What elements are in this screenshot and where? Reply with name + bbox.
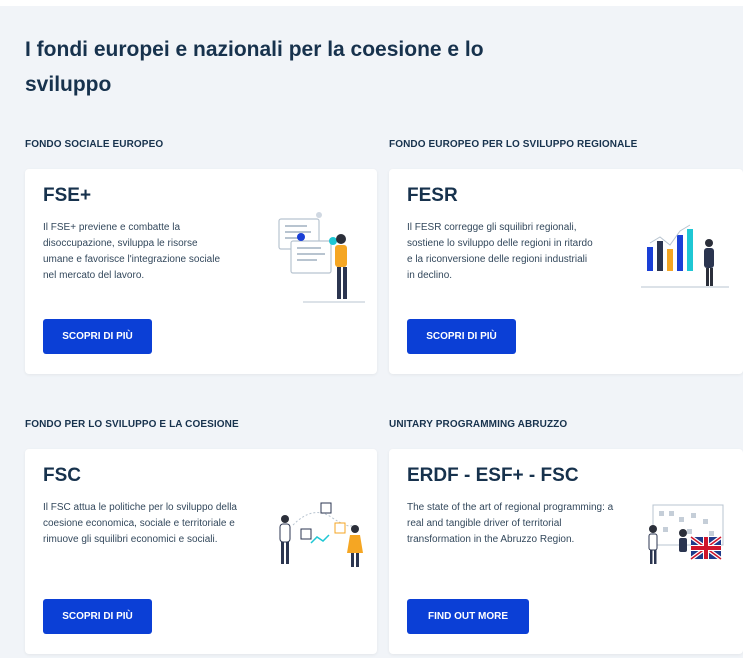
section-label-fse: FONDO SOCIALE EUROPEO: [25, 139, 164, 150]
card-description: Il FESR corregge gli squilibri regionali…: [407, 222, 593, 281]
uk-flag-board-icon: [648, 504, 724, 564]
discover-more-button-fesr[interactable]: SCOPRI DI PIÙ: [407, 319, 516, 354]
two-people-network-icon: [279, 502, 363, 567]
card-description: Il FSE+ previene e combatte la disoccupa…: [43, 222, 221, 281]
find-out-more-button[interactable]: FIND OUT MORE: [407, 599, 529, 634]
card-description: The state of the art of regional program…: [407, 502, 614, 545]
card-fsc: FSC Il FSC attua le politiche per lo svi…: [25, 449, 377, 654]
page: I fondi europei e nazionali per la coesi…: [0, 0, 743, 658]
section-label-fesr: FONDO EUROPEO PER LO SVILUPPO REGIONALE: [389, 139, 638, 150]
card-fse: FSE+ Il FSE+ previene e combatte la diso…: [25, 169, 377, 374]
card-title: FSE+: [43, 185, 92, 206]
card-title: FSC: [43, 465, 81, 486]
section-label-fsc: FONDO PER LO SVILUPPO E LA COESIONE: [25, 419, 239, 430]
discover-more-button-fse[interactable]: SCOPRI DI PIÙ: [43, 319, 152, 354]
card-fesr: FESR Il FESR corregge gli squilibri regi…: [389, 169, 743, 374]
page-title: I fondi europei e nazionali per la coesi…: [25, 38, 484, 96]
section-label-abruzzo: UNITARY PROGRAMMING ABRUZZO: [389, 419, 568, 430]
person-with-documents-icon: [278, 212, 365, 303]
bar-chart-person-icon: [641, 224, 729, 288]
card-abruzzo: ERDF - ESF+ - FSC The state of the art o…: [389, 449, 743, 654]
card-title: ERDF - ESF+ - FSC: [407, 465, 579, 486]
card-title: FESR: [407, 185, 458, 206]
discover-more-button-fsc[interactable]: SCOPRI DI PIÙ: [43, 599, 152, 634]
card-description: Il FSC attua le politiche per lo svilupp…: [43, 502, 237, 545]
